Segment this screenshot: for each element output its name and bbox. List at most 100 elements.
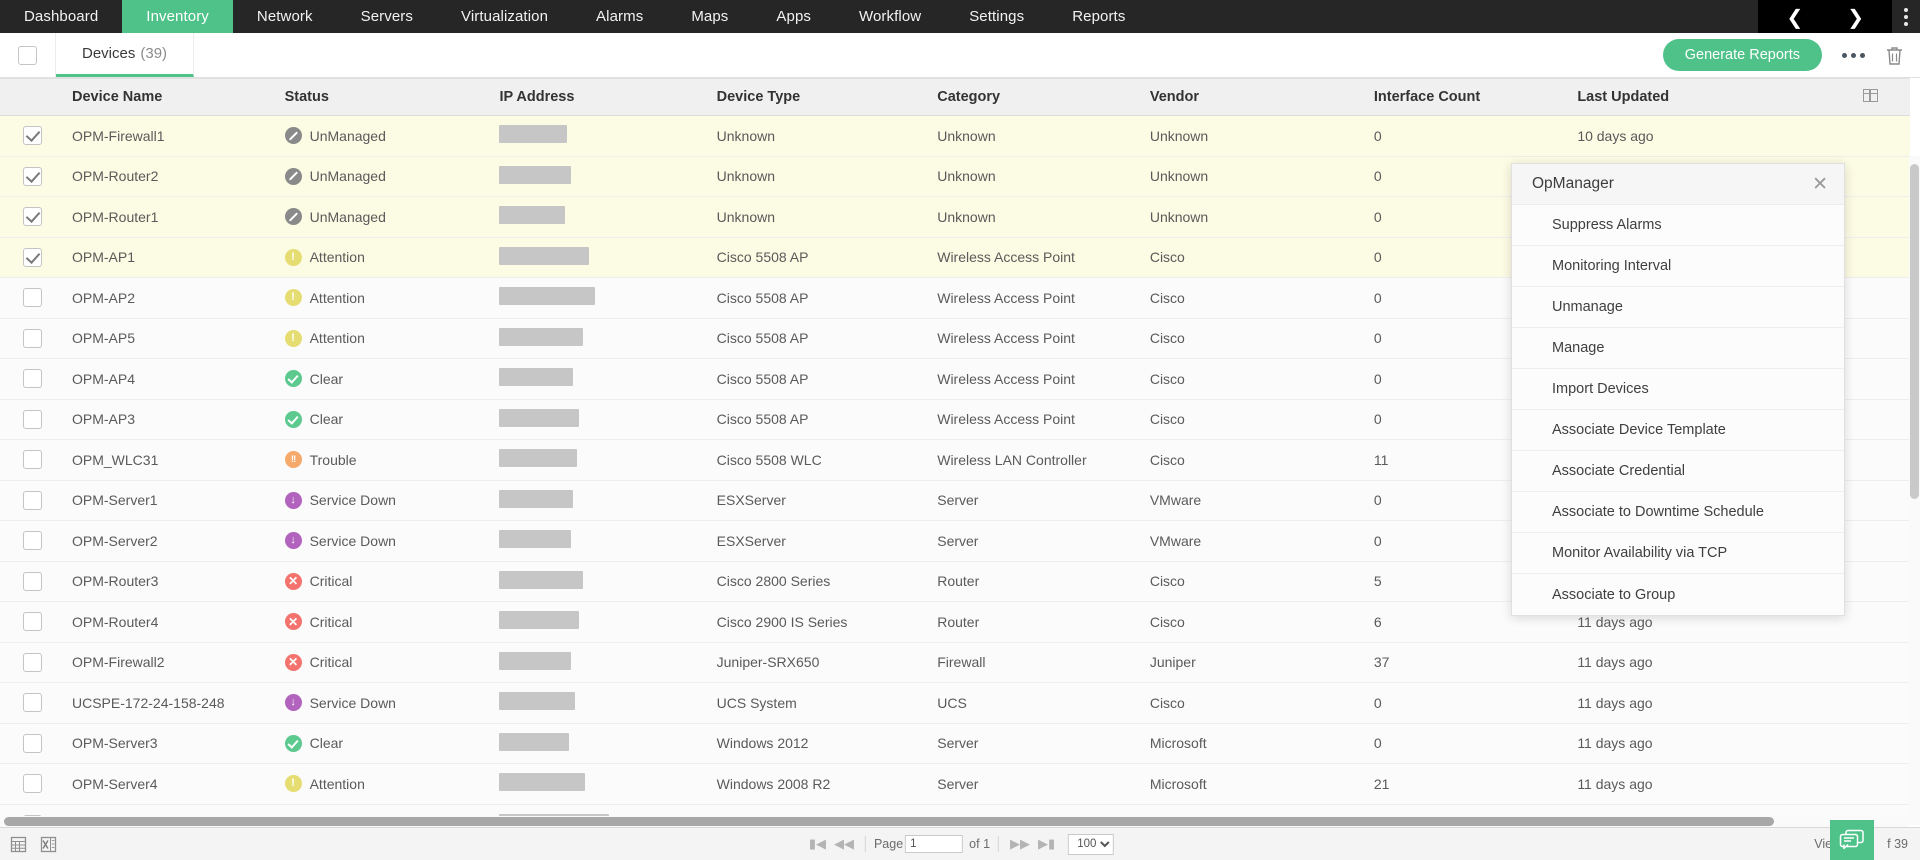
table-row[interactable]: OPM-Firewall1 UnManaged Unknown Unknown Unkn… xyxy=(0,115,1910,157)
vertical-scroll-thumb[interactable] xyxy=(1910,164,1919,499)
row-checkbox[interactable] xyxy=(22,207,42,227)
status-label: Service Down xyxy=(309,532,396,549)
context-menu-item-unmanage[interactable]: Unmanage xyxy=(1512,287,1844,328)
nav-item-inventory[interactable]: Inventory xyxy=(122,0,233,33)
tab-devices[interactable]: Devices (39) xyxy=(56,33,195,77)
cell-device-name[interactable]: OPM-Firewall2 xyxy=(64,642,277,683)
column-chooser-icon[interactable] xyxy=(1855,78,1910,116)
context-menu-item-monitor-availability-via-tcp[interactable]: Monitor Availability via TCP xyxy=(1512,533,1844,574)
cell-device-name[interactable]: OPM-Server1 xyxy=(64,480,277,521)
next-page-icon[interactable]: ▶▶ xyxy=(1007,837,1033,852)
table-row[interactable]: UCSPE-172-24-158-248 ↓ Service Down UCS Sys… xyxy=(0,682,1910,724)
ellipsis-icon[interactable] xyxy=(1840,47,1867,64)
cell-device-name[interactable]: OPM-AP2 xyxy=(64,277,277,319)
row-checkbox[interactable] xyxy=(22,652,42,672)
header-device-type[interactable]: Device Type xyxy=(708,78,930,116)
row-checkbox[interactable] xyxy=(22,612,42,632)
status-label: Critical xyxy=(309,654,353,671)
cell-device-name[interactable]: OPM-AP3 xyxy=(64,399,277,440)
cell-device-name[interactable]: OPM_WLC31 xyxy=(64,439,277,481)
cell-device-name[interactable]: OPM-Router1 xyxy=(64,196,277,238)
vertical-scrollbar[interactable] xyxy=(1909,156,1920,825)
table-row[interactable]: OPM-Server3 Clear Windows 2012 Server Micros… xyxy=(0,723,1910,764)
cell-device-type: Cisco 5508 WLC xyxy=(708,439,930,481)
table-row[interactable]: OPM-Server4! Attention Windows 2008 R2 Serv… xyxy=(0,763,1910,805)
context-menu-item-manage[interactable]: Manage xyxy=(1512,328,1844,369)
header-vendor[interactable]: Vendor xyxy=(1141,78,1366,116)
nav-item-reports[interactable]: Reports xyxy=(1048,0,1149,33)
select-all-checkbox[interactable] xyxy=(18,45,37,65)
row-checkbox[interactable] xyxy=(22,288,42,308)
row-checkbox[interactable] xyxy=(22,409,42,429)
cell-device-name[interactable]: OPM-Server4 xyxy=(64,763,277,805)
nav-item-apps[interactable]: Apps xyxy=(752,0,835,33)
nav-item-workflow[interactable]: Workflow xyxy=(835,0,945,33)
page-size-select[interactable]: 2550100200 xyxy=(1068,833,1115,855)
first-page-icon[interactable]: ▮◀ xyxy=(806,837,829,852)
context-menu-item-import-devices[interactable]: Import Devices xyxy=(1512,369,1844,410)
row-checkbox[interactable] xyxy=(22,328,42,348)
nav-item-maps[interactable]: Maps xyxy=(667,0,752,33)
cell-device-name[interactable]: OPM-AP4 xyxy=(64,358,277,400)
export-grid-icon[interactable] xyxy=(8,834,28,854)
cell-device-name[interactable]: OPM-Router4 xyxy=(64,601,277,643)
horizontal-scrollbar[interactable] xyxy=(0,816,1909,827)
generate-reports-button[interactable]: Generate Reports xyxy=(1662,39,1822,71)
row-checkbox[interactable] xyxy=(22,490,42,510)
context-menu-item-associate-device-template[interactable]: Associate Device Template xyxy=(1512,410,1844,451)
cell-ip-address xyxy=(491,115,709,157)
chevron-left-icon[interactable]: ❮ xyxy=(1764,7,1825,27)
header-last-updated[interactable]: Last Updated xyxy=(1569,78,1856,116)
row-checkbox[interactable] xyxy=(22,126,42,146)
row-checkbox[interactable] xyxy=(22,531,42,551)
row-checkbox[interactable] xyxy=(22,450,42,470)
nav-item-servers[interactable]: Servers xyxy=(337,0,437,33)
cell-vendor: VMware xyxy=(1141,520,1366,562)
horizontal-scroll-thumb[interactable] xyxy=(4,817,1774,826)
cell-category: Server xyxy=(929,520,1142,562)
cell-vendor: Unknown xyxy=(1141,115,1366,157)
cell-device-name[interactable]: OPM-Router3 xyxy=(64,561,277,602)
context-menu-item-associate-to-downtime-schedule[interactable]: Associate to Downtime Schedule xyxy=(1512,492,1844,533)
status-label: Critical xyxy=(309,613,353,630)
cell-device-name[interactable]: OPM-Router2 xyxy=(64,156,277,197)
close-icon[interactable]: ✕ xyxy=(1812,174,1828,194)
header-ip-address[interactable]: IP Address xyxy=(491,78,709,116)
cell-device-name[interactable]: OPM-AP5 xyxy=(64,318,277,359)
row-checkbox[interactable] xyxy=(22,166,42,186)
prev-page-icon[interactable]: ◀◀ xyxy=(831,837,857,852)
nav-item-network[interactable]: Network xyxy=(233,0,337,33)
cell-device-name[interactable]: OPM-Server2 xyxy=(64,520,277,562)
nav-item-alarms[interactable]: Alarms xyxy=(572,0,667,33)
context-menu-item-associate-to-group[interactable]: Associate to Group xyxy=(1512,574,1844,615)
nav-item-dashboard[interactable]: Dashboard xyxy=(0,0,122,33)
context-menu-item-monitoring-interval[interactable]: Monitoring Interval xyxy=(1512,246,1844,287)
row-checkbox[interactable] xyxy=(22,774,42,794)
row-checkbox[interactable] xyxy=(22,247,42,267)
header-device-name[interactable]: Device Name xyxy=(64,78,277,116)
cell-device-name[interactable]: UCSPE-172-24-158-248 xyxy=(64,682,277,724)
header-interface-count[interactable]: Interface Count xyxy=(1365,78,1570,116)
cell-device-name[interactable]: OPM-Firewall1 xyxy=(64,115,277,157)
cell-device-name[interactable]: OPM-AP1 xyxy=(64,237,277,278)
last-page-icon[interactable]: ▶▮ xyxy=(1035,837,1058,852)
header-category[interactable]: Category xyxy=(929,78,1142,116)
chat-icon[interactable] xyxy=(1830,820,1874,860)
header-status[interactable]: Status xyxy=(276,78,492,116)
table-row[interactable]: OPM-Firewall2 ✕ Critical Juniper-SRX650 Fire… xyxy=(0,642,1910,683)
export-excel-icon[interactable] xyxy=(38,834,58,854)
row-checkbox[interactable] xyxy=(22,733,42,753)
cell-device-name[interactable]: OPM-Server3 xyxy=(64,723,277,764)
row-checkbox[interactable] xyxy=(22,369,42,389)
nav-item-settings[interactable]: Settings xyxy=(945,0,1048,33)
trash-icon[interactable] xyxy=(1885,45,1904,66)
page-number-input[interactable] xyxy=(905,835,964,853)
kebab-menu-icon[interactable] xyxy=(1892,0,1920,33)
nav-item-virtualization[interactable]: Virtualization xyxy=(437,0,572,33)
chevron-right-icon[interactable]: ❯ xyxy=(1825,7,1886,27)
row-checkbox[interactable] xyxy=(22,693,42,713)
row-checkbox[interactable] xyxy=(22,571,42,591)
context-menu-item-associate-credential[interactable]: Associate Credential xyxy=(1512,451,1844,492)
cell-interface-count: 37 xyxy=(1365,642,1570,683)
context-menu-item-suppress-alarms[interactable]: Suppress Alarms xyxy=(1512,205,1844,246)
